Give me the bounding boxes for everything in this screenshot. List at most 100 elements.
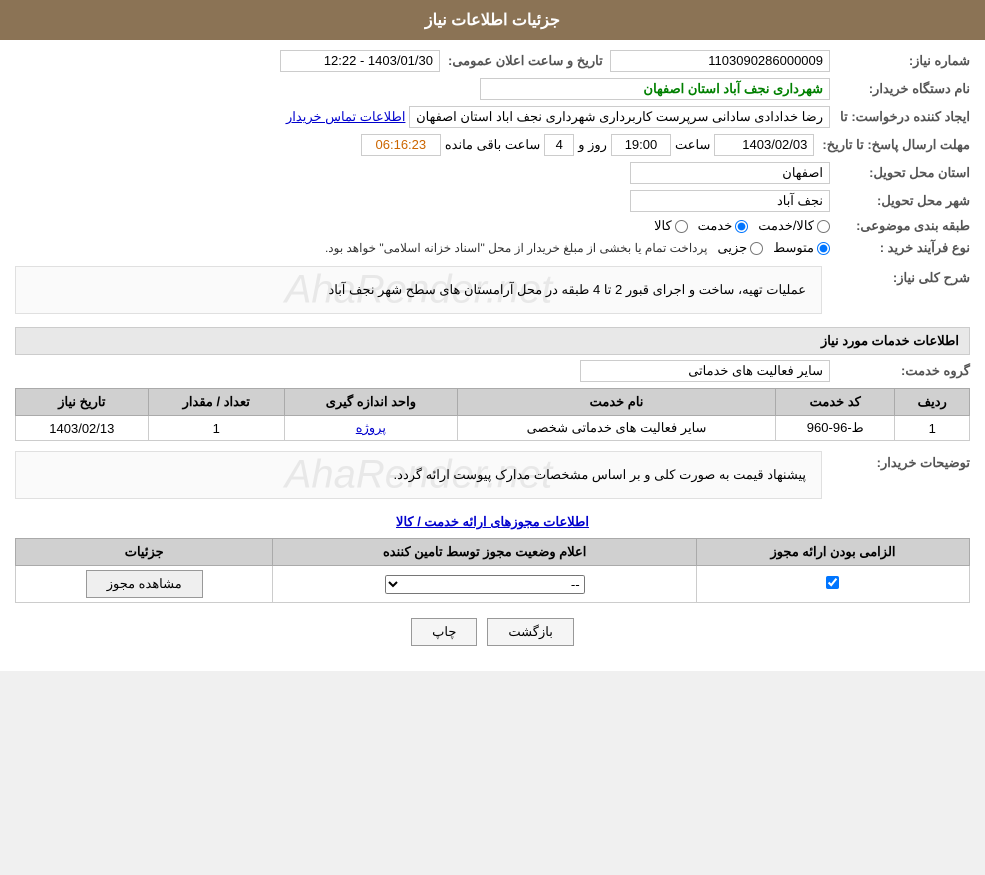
subject-radio-khedmat[interactable]: [735, 220, 748, 233]
view-license-button[interactable]: مشاهده مجوز: [86, 570, 203, 598]
status-select[interactable]: --: [385, 575, 585, 594]
cell-service-code: ط-96-960: [776, 416, 895, 441]
cell-required: [696, 566, 969, 603]
services-table: ردیف کد خدمت نام خدمت واحد اندازه گیری ت…: [15, 388, 970, 441]
deadline-time: 19:00: [611, 134, 671, 156]
services-table-header-row: ردیف کد خدمت نام خدمت واحد اندازه گیری ت…: [16, 389, 970, 416]
buyer-org-row: نام دستگاه خریدار: شهرداری نجف آباد استا…: [15, 78, 970, 100]
col-status: اعلام وضعیت مجوز توسط تامین کننده: [273, 539, 697, 566]
creator-row: ایجاد کننده درخواست: تا رضا خدادادی سادا…: [15, 106, 970, 128]
deadline-row: مهلت ارسال پاسخ: تا تاریخ: 1403/02/03 سا…: [15, 134, 970, 156]
service-group-row: گروه خدمت: سایر فعالیت های خدماتی: [15, 360, 970, 382]
services-section-title: اطلاعات خدمات مورد نیاز: [15, 327, 970, 355]
subject-label-kala: کالا: [654, 218, 672, 234]
purchase-type-option-motavasset[interactable]: متوسط: [773, 240, 830, 256]
subject-radio-kala-khedmat[interactable]: [817, 220, 830, 233]
license-table-header-row: الزامی بودن ارائه مجوز اعلام وضعیت مجوز …: [16, 539, 970, 566]
purchase-type-label: نوع فرآیند خرید :: [830, 240, 970, 256]
subject-radio-kala[interactable]: [675, 220, 688, 233]
cell-details: مشاهده مجوز: [16, 566, 273, 603]
cell-status: --: [273, 566, 697, 603]
license-title[interactable]: اطلاعات مجوزهای ارائه خدمت / کالا: [15, 514, 970, 530]
license-table-header: الزامی بودن ارائه مجوز اعلام وضعیت مجوز …: [16, 539, 970, 566]
cell-unit: پروژه: [284, 416, 457, 441]
buttons-row: بازگشت چاپ: [15, 618, 970, 646]
deadline-date: 1403/02/03: [714, 134, 814, 156]
description-content: AhaRender.net عملیات تهیه، ساخت و اجرای …: [15, 266, 822, 319]
print-button[interactable]: چاپ: [411, 618, 477, 646]
buyer-org-label: نام دستگاه خریدار:: [830, 81, 970, 97]
order-number-row: شماره نیاز: 1103090286000009 تاریخ و ساع…: [15, 50, 970, 72]
order-number-value: 1103090286000009: [610, 50, 830, 72]
purchase-type-radio-motavasset[interactable]: [817, 242, 830, 255]
cell-quantity: 1: [148, 416, 284, 441]
cell-date: 1403/02/13: [16, 416, 149, 441]
description-box: AhaRender.net عملیات تهیه، ساخت و اجرای …: [15, 266, 822, 314]
table-row: 1 ط-96-960 سایر فعالیت های خدماتی شخصی پ…: [16, 416, 970, 441]
col-unit: واحد اندازه گیری: [284, 389, 457, 416]
remaining-label: ساعت باقی مانده: [445, 137, 540, 153]
page-wrapper: جزئیات اطلاعات نیاز شماره نیاز: 11030902…: [0, 0, 985, 671]
deadline-days: 4: [544, 134, 574, 156]
main-content: شماره نیاز: 1103090286000009 تاریخ و ساع…: [0, 40, 985, 671]
subject-label-kala-khedmat: کالا/خدمت: [758, 218, 814, 234]
order-number-label: شماره نیاز:: [830, 53, 970, 69]
service-group-value: سایر فعالیت های خدماتی: [580, 360, 830, 382]
deadline-time-label: ساعت: [675, 137, 710, 153]
announce-date-label: تاریخ و ساعت اعلان عمومی:: [440, 53, 603, 69]
contact-link[interactable]: اطلاعات تماس خریدار: [286, 109, 405, 125]
services-table-body: 1 ط-96-960 سایر فعالیت های خدماتی شخصی پ…: [16, 416, 970, 441]
purchase-type-options: متوسط جزیی: [717, 240, 830, 256]
subject-label-khedmat: خدمت: [698, 218, 733, 234]
purchase-type-row: نوع فرآیند خرید : متوسط جزیی پرداخت تمام…: [15, 240, 970, 256]
description-row: شرح کلی نیاز: AhaRender.net عملیات تهیه،…: [15, 266, 970, 319]
col-service-code: کد خدمت: [776, 389, 895, 416]
subject-label: طبقه بندی موضوعی:: [830, 218, 970, 234]
license-table-body: -- مشاهده مجوز: [16, 566, 970, 603]
buyer-org-value: شهرداری نجف آباد استان اصفهان: [480, 78, 830, 100]
cell-row-num: 1: [895, 416, 970, 441]
announce-date-value: 1403/01/30 - 12:22: [280, 50, 440, 72]
col-date: تاریخ نیاز: [16, 389, 149, 416]
page-header: جزئیات اطلاعات نیاز: [0, 0, 985, 40]
buyer-notes-box: AhaRender.net پیشنهاد قیمت به صورت کلی و…: [15, 451, 822, 499]
subject-option-kala-khedmat[interactable]: کالا/خدمت: [758, 218, 830, 234]
table-row: -- مشاهده مجوز: [16, 566, 970, 603]
remaining-time: 06:16:23: [361, 134, 441, 156]
license-section: اطلاعات مجوزهای ارائه خدمت / کالا الزامی…: [15, 514, 970, 603]
purchase-type-label-jozii: جزیی: [717, 240, 747, 256]
subject-option-khedmat[interactable]: خدمت: [698, 218, 749, 234]
province-label: استان محل تحویل:: [830, 165, 970, 181]
page-title: جزئیات اطلاعات نیاز: [425, 12, 560, 29]
description-label: شرح کلی نیاز:: [830, 266, 970, 286]
subject-option-kala[interactable]: کالا: [654, 218, 688, 234]
purchase-type-radio-jozii[interactable]: [750, 242, 763, 255]
buyer-notes-row: توضیحات خریدار: AhaRender.net پیشنهاد قی…: [15, 451, 970, 504]
purchase-type-option-jozii[interactable]: جزیی: [717, 240, 763, 256]
back-button[interactable]: بازگشت: [487, 618, 573, 646]
buyer-notes-content: AhaRender.net پیشنهاد قیمت به صورت کلی و…: [15, 451, 822, 504]
subject-row: طبقه بندی موضوعی: کالا/خدمت خدمت کالا: [15, 218, 970, 234]
col-required: الزامی بودن ارائه مجوز: [696, 539, 969, 566]
city-row: شهر محل تحویل: نجف آباد: [15, 190, 970, 212]
buyer-notes-label: توضیحات خریدار:: [830, 451, 970, 471]
license-table: الزامی بودن ارائه مجوز اعلام وضعیت مجوز …: [15, 538, 970, 603]
description-value: عملیات تهیه، ساخت و اجرای قبور 2 تا 4 طب…: [31, 282, 806, 298]
deadline-days-label: روز و: [578, 137, 607, 153]
creator-label: ایجاد کننده درخواست: تا: [830, 109, 970, 125]
col-quantity: تعداد / مقدار: [148, 389, 284, 416]
service-group-label: گروه خدمت:: [830, 363, 970, 379]
deadline-label: مهلت ارسال پاسخ: تا تاریخ:: [814, 137, 970, 153]
purchase-type-label-motavasset: متوسط: [773, 240, 814, 256]
buyer-notes-value: پیشنهاد قیمت به صورت کلی و بر اساس مشخصا…: [31, 467, 806, 483]
description-section: شرح کلی نیاز: AhaRender.net عملیات تهیه،…: [15, 266, 970, 319]
province-row: استان محل تحویل: اصفهان: [15, 162, 970, 184]
province-value: اصفهان: [630, 162, 830, 184]
city-value: نجف آباد: [630, 190, 830, 212]
col-row-num: ردیف: [895, 389, 970, 416]
subject-options: کالا/خدمت خدمت کالا: [654, 218, 830, 234]
creator-value: رضا خدادادی سادانی سرپرست کاربرداری شهرد…: [409, 106, 830, 128]
services-table-header: ردیف کد خدمت نام خدمت واحد اندازه گیری ت…: [16, 389, 970, 416]
cell-service-name: سایر فعالیت های خدماتی شخصی: [457, 416, 775, 441]
required-checkbox[interactable]: [826, 576, 839, 589]
